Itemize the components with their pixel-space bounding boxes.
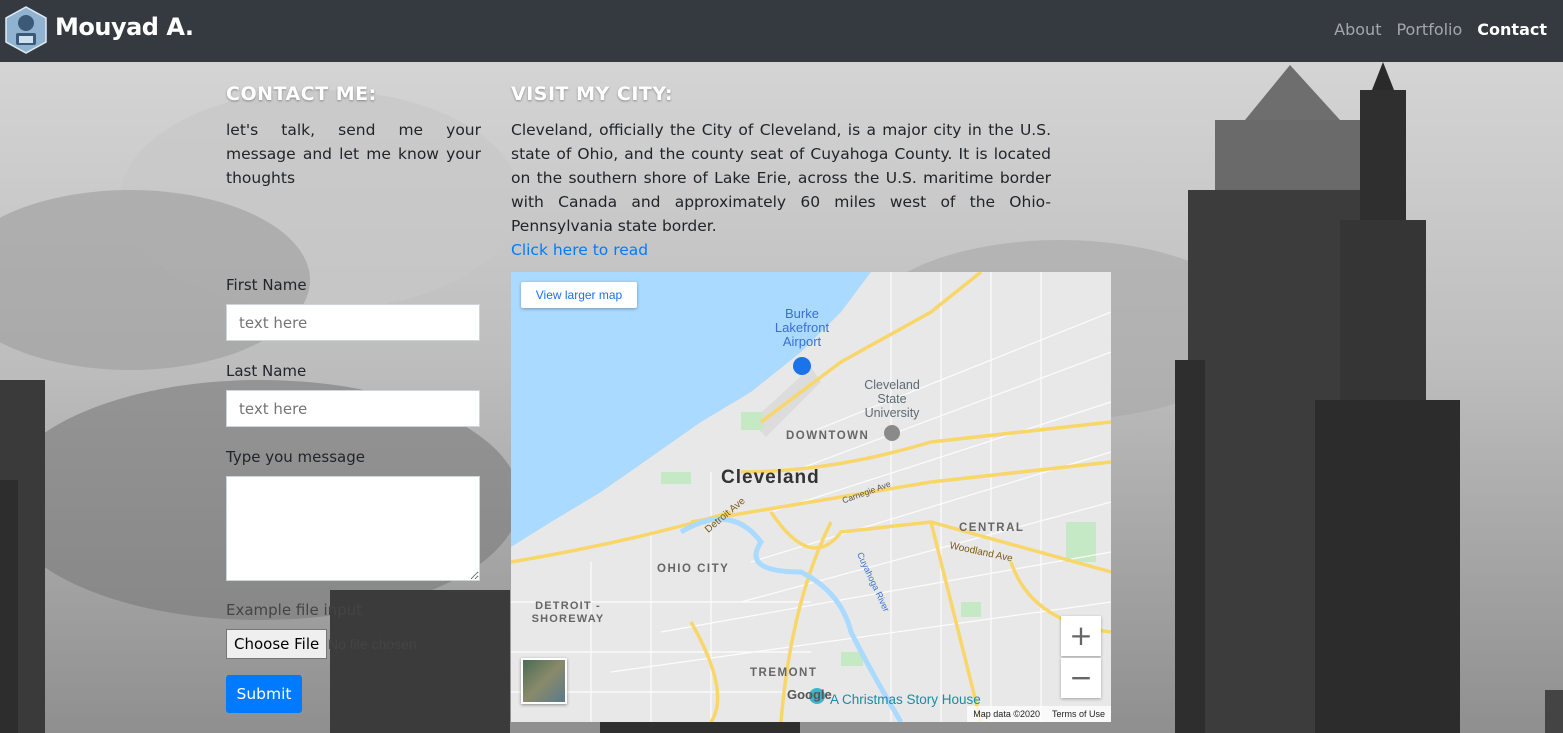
contact-title: CONTACT ME:: [226, 83, 377, 105]
map-label-central: CENTRAL: [959, 522, 1025, 534]
map-label-ohio-city: OHIO CITY: [657, 563, 730, 575]
last-name-input[interactable]: [226, 390, 480, 427]
developer-avatar-icon[interactable]: [4, 6, 48, 54]
file-input-label: Example file input: [226, 601, 363, 619]
last-name-label: Last Name: [226, 362, 307, 380]
google-map[interactable]: Burke Lakefront Airport Cleveland State …: [511, 272, 1111, 722]
city-description-block: Cleveland, officially the City of Clevel…: [511, 118, 1051, 262]
message-textarea[interactable]: [226, 476, 480, 581]
submit-button[interactable]: Submit: [226, 675, 302, 713]
map-terms-link[interactable]: Terms of Use: [1052, 706, 1105, 722]
first-name-label: First Name: [226, 276, 307, 294]
first-name-input[interactable]: [226, 304, 480, 341]
nav-link-portfolio[interactable]: Portfolio: [1396, 20, 1462, 39]
message-label: Type you message: [226, 448, 365, 466]
navbar: Mouyad A. About Portfolio Contact: [0, 0, 1563, 62]
satellite-view-toggle[interactable]: [521, 658, 567, 704]
map-footer: Map data ©2020 Terms of Use: [967, 706, 1111, 722]
map-label-airport: Burke Lakefront Airport: [774, 306, 830, 349]
map-label-cleveland: Cleveland: [721, 467, 820, 488]
google-logo: Google: [787, 687, 832, 702]
city-description: Cleveland, officially the City of Clevel…: [511, 121, 1051, 235]
nav-link-about[interactable]: About: [1334, 20, 1381, 39]
map-label-tremont: TREMONT: [750, 667, 818, 679]
file-status: No file chosen: [328, 636, 417, 652]
view-larger-map-button[interactable]: View larger map: [521, 282, 637, 308]
choose-file-button[interactable]: Choose File: [226, 629, 328, 659]
zoom-out-button[interactable]: −: [1061, 658, 1101, 698]
city-title: VISIT MY CITY:: [511, 83, 674, 105]
nav-links: About Portfolio Contact: [1334, 20, 1547, 39]
contact-intro: let's talk, send me your message and let…: [226, 121, 481, 187]
map-label-christmas-story-house: A Christmas Story House: [830, 692, 981, 707]
nav-link-contact[interactable]: Contact: [1477, 20, 1547, 39]
map-data-attribution: Map data ©2020: [973, 709, 1040, 719]
brand-name[interactable]: Mouyad A.: [55, 13, 194, 41]
map-label-downtown: DOWNTOWN: [786, 430, 870, 442]
zoom-in-button[interactable]: +: [1061, 616, 1101, 656]
city-read-link[interactable]: Click here to read: [511, 238, 1051, 262]
map-label-detroit-shoreway: DETROIT - SHOREWAY: [531, 600, 605, 625]
map-label-university: Cleveland State University: [864, 378, 920, 420]
